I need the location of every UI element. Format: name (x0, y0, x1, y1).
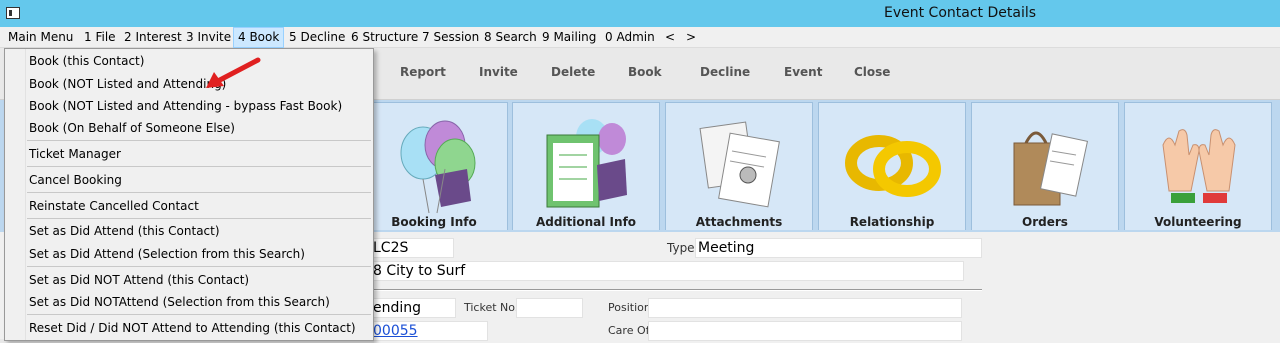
menu-item-did-attend-selection[interactable]: Set as Did Attend (Selection from this S… (29, 247, 305, 261)
menu-book[interactable]: 4 Book (233, 27, 285, 48)
menu-separator (27, 218, 371, 219)
menu-prev[interactable]: < (661, 27, 679, 48)
menu-file[interactable]: 1 File (80, 27, 120, 48)
attachments-tile[interactable]: Attachments (665, 102, 813, 230)
window-title: Event Contact Details (884, 5, 1037, 21)
menu-main[interactable]: Main Menu (4, 27, 77, 48)
relationship-tile[interactable]: Relationship (818, 102, 966, 230)
event-name-field[interactable]: 8 City to Surf (370, 261, 964, 281)
red-arrow-icon (206, 57, 261, 88)
menu-gutter (25, 49, 26, 340)
booking-status-field[interactable]: ending (370, 298, 456, 318)
menu-separator (27, 314, 371, 315)
menu-structure[interactable]: 6 Structure (347, 27, 422, 48)
position-field[interactable] (648, 298, 962, 318)
additional-info-tile[interactable]: Additional Info (512, 102, 660, 230)
volunteering-tile[interactable]: Volunteering (1124, 102, 1272, 230)
menu-interest[interactable]: 2 Interest (120, 27, 186, 48)
app-icon[interactable] (6, 7, 20, 19)
menu-item-did-not-attend-selection[interactable]: Set as Did NOTAttend (Selection from thi… (29, 295, 330, 309)
booking-info-tile[interactable]: Booking Info (360, 102, 508, 230)
attachments-label: Attachments (695, 215, 783, 229)
menu-item-ticket-manager[interactable]: Ticket Manager (29, 147, 121, 161)
close-button[interactable]: Close (854, 65, 890, 79)
menu-item-reset-attending[interactable]: Reset Did / Did NOT Attend to Attending … (29, 321, 356, 335)
orders-label: Orders (1022, 215, 1068, 229)
menu-separator (27, 266, 371, 267)
report-button[interactable]: Report (400, 65, 446, 79)
type-field[interactable]: Meeting (695, 238, 982, 258)
menu-next[interactable]: > (682, 27, 700, 48)
title-bar: Event Contact Details (0, 0, 1280, 27)
menu-item-cancel-booking[interactable]: Cancel Booking (29, 173, 122, 187)
menu-item-book-on-behalf[interactable]: Book (On Behalf of Someone Else) (29, 121, 235, 135)
clipboard-icon (546, 119, 627, 208)
menu-admin[interactable]: 0 Admin (601, 27, 659, 48)
raised-hands-icon (1162, 129, 1236, 203)
additional-info-label: Additional Info (535, 215, 637, 229)
care-of-field[interactable] (648, 321, 962, 341)
ticket-no-field[interactable] (516, 298, 583, 318)
invite-button[interactable]: Invite (479, 65, 518, 79)
menu-item-did-attend-this[interactable]: Set as Did Attend (this Contact) (29, 224, 220, 238)
menu-item-reinstate[interactable]: Reinstate Cancelled Contact (29, 199, 199, 213)
position-label: Position (608, 301, 651, 314)
menu-item-book-this-contact[interactable]: Book (this Contact) (29, 54, 144, 68)
contact-id-link[interactable]: 00055 (373, 323, 418, 339)
relationship-label: Relationship (849, 215, 935, 229)
shopping-bag-icon (1013, 131, 1089, 206)
menu-separator (27, 140, 371, 141)
menu-session[interactable]: 7 Session (418, 27, 483, 48)
menu-item-book-not-listed[interactable]: Book (NOT Listed and Attending) (29, 77, 226, 91)
menu-mailing[interactable]: 9 Mailing (538, 27, 600, 48)
menu-item-book-not-listed-bypass[interactable]: Book (NOT Listed and Attending - bypass … (29, 99, 342, 113)
menu-item-did-not-attend-this[interactable]: Set as Did NOT Attend (this Contact) (29, 273, 249, 287)
care-of-label: Care Of (608, 324, 650, 337)
event-code-field[interactable]: LC2S (370, 238, 454, 258)
menu-decline[interactable]: 5 Decline (285, 27, 349, 48)
paperclip-document-icon (699, 121, 780, 208)
menu-separator (27, 192, 371, 193)
orders-tile[interactable]: Orders (971, 102, 1119, 230)
type-label: Type (667, 241, 695, 255)
balloons-icon (400, 120, 476, 214)
book-dropdown-menu: Book (this Contact) Book (NOT Listed and… (4, 48, 374, 341)
contact-id-field[interactable]: 00055 (370, 321, 488, 341)
menu-search[interactable]: 8 Search (480, 27, 541, 48)
decline-button[interactable]: Decline (700, 65, 750, 79)
menu-invite[interactable]: 3 Invite (182, 27, 235, 48)
event-button[interactable]: Event (784, 65, 822, 79)
book-button[interactable]: Book (628, 65, 662, 79)
booking-info-label: Booking Info (391, 215, 477, 229)
menu-bar: Main Menu 1 File 2 Interest 3 Invite 4 B… (0, 27, 1280, 48)
volunteering-label: Volunteering (1154, 215, 1242, 229)
delete-button[interactable]: Delete (551, 65, 595, 79)
rings-icon (845, 135, 941, 197)
ticket-no-label: Ticket No. (464, 301, 519, 314)
divider (370, 289, 982, 291)
menu-separator (27, 166, 371, 167)
